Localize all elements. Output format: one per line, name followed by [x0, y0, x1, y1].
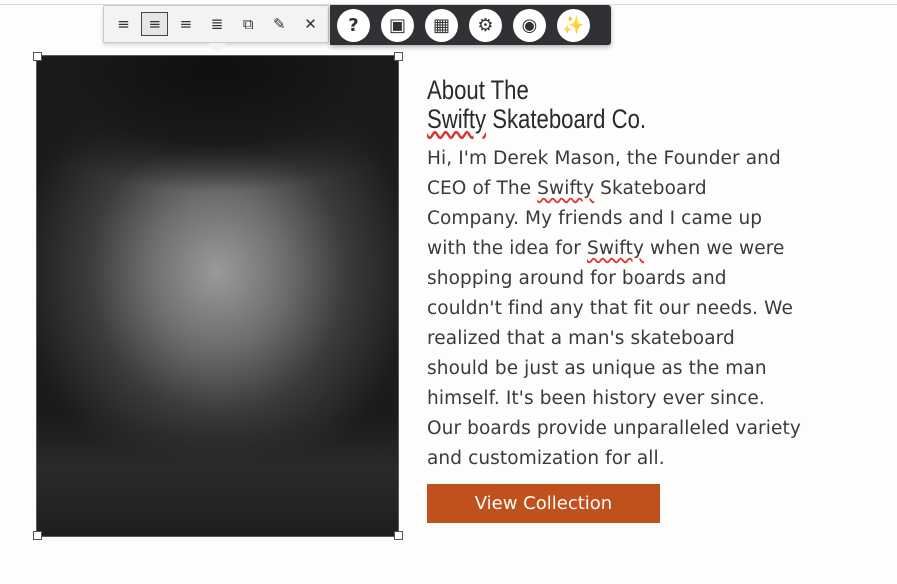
- heading-line-1: About The: [427, 75, 529, 105]
- heading-line-2: Swifty Skateboard Co.: [427, 105, 646, 134]
- remove-image-button[interactable]: ✕: [297, 12, 324, 36]
- portrait-shading-top: [37, 56, 398, 206]
- help-icon: ?: [348, 14, 359, 36]
- founder-portrait-image[interactable]: [36, 55, 399, 537]
- about-paragraph[interactable]: Hi, I'm Derek Mason, the Founder and CEO…: [427, 144, 802, 474]
- view-collection-button[interactable]: View Collection: [427, 484, 660, 523]
- portrait-shading-bottom: [37, 416, 398, 536]
- help-button[interactable]: ?: [337, 8, 370, 42]
- heading-brand-word: Swifty: [427, 104, 487, 134]
- close-icon: ✕: [304, 15, 317, 33]
- image-toolbar: ≡ ≡ ≡ ≣ ⧉ ✎ ✕: [103, 5, 329, 43]
- resize-handle-top-right[interactable]: [394, 52, 403, 61]
- toolbar-pointer: [208, 43, 226, 52]
- align-left-button[interactable]: ≡: [110, 12, 137, 36]
- resize-handle-bottom-left[interactable]: [33, 531, 42, 540]
- align-inline-button[interactable]: ≣: [203, 12, 230, 36]
- replace-image-icon: ⧉: [242, 15, 254, 33]
- camera-button[interactable]: ◉: [513, 8, 546, 42]
- layout-button[interactable]: ▦: [425, 8, 458, 42]
- brand-word-2: Swifty: [586, 238, 644, 259]
- about-heading[interactable]: About The Swifty Skateboard Co.: [427, 76, 646, 134]
- align-center-icon: ≡: [148, 15, 162, 33]
- paragraph-part-3: when we were shopping around for boards …: [427, 238, 801, 469]
- edit-pencil-icon: ✎: [273, 15, 286, 33]
- align-inline-icon: ≣: [210, 15, 224, 33]
- layout-icon: ▦: [432, 14, 450, 36]
- camera-icon: ◉: [521, 14, 538, 36]
- resize-handle-bottom-right[interactable]: [394, 531, 403, 540]
- magic-wand-icon: ✨: [562, 14, 585, 36]
- builder-toolbar: ? ▣ ▦ ⚙ ◉ ✨: [330, 5, 611, 45]
- edit-image-button[interactable]: ✎: [266, 12, 293, 36]
- replace-image-button[interactable]: ⧉: [235, 12, 262, 36]
- brand-word-1: Swifty: [537, 178, 595, 199]
- image-icon: ▣: [388, 14, 406, 36]
- align-center-button[interactable]: ≡: [141, 12, 169, 36]
- align-right-button[interactable]: ≡: [172, 12, 199, 36]
- magic-wand-button[interactable]: ✨: [557, 8, 590, 42]
- align-left-icon: ≡: [117, 15, 130, 33]
- heading-line-2-rest: Skateboard Co.: [486, 104, 647, 134]
- align-right-icon: ≡: [179, 15, 193, 33]
- image-button[interactable]: ▣: [381, 8, 414, 42]
- resize-handle-top-left[interactable]: [33, 52, 42, 61]
- settings-gear-icon: ⚙: [477, 14, 494, 36]
- settings-button[interactable]: ⚙: [469, 8, 502, 42]
